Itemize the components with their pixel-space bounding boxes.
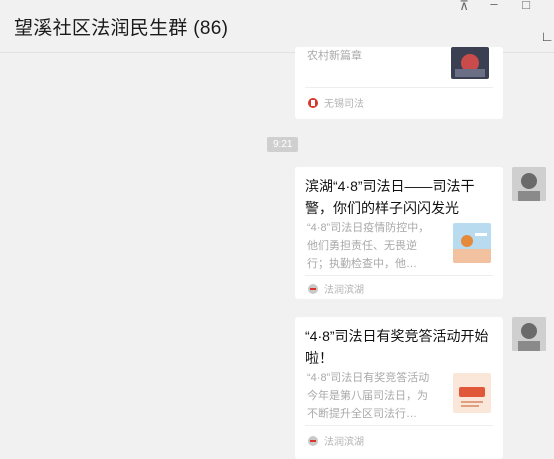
chat-history[interactable]: 农村新篇章 无锡司法 9:21 滨湖“4·8”司法日——司法干警，你们的样子闪闪…: [0, 47, 554, 459]
article-thumbnail: [453, 373, 491, 413]
gavel-icon: [307, 283, 319, 295]
article-desc: “4·8”司法日疫情防控中，他们勇担责任、无畏逆行；执勤检查中，他…: [307, 222, 430, 270]
article-title: 滨湖“4·8”司法日——司法干警，你们的样子闪闪发光: [305, 178, 475, 216]
article-thumbnail: [453, 223, 491, 263]
sender-avatar[interactable]: [512, 167, 546, 201]
article-card-2[interactable]: 滨湖“4·8”司法日——司法干警，你们的样子闪闪发光 “4·8”司法日疫情防控中…: [295, 167, 503, 299]
article-desc: “4·8”司法日有奖竞答活动今年是第八届司法日，为不断提升全区司法行…: [307, 372, 430, 420]
article-source[interactable]: 法润滨湖: [307, 433, 364, 448]
chat-title: 望溪社区法润民生群 (86): [14, 18, 229, 39]
article-title: “4·8”司法日有奖竞答活动开始啦！: [305, 328, 489, 366]
title-bar: 望溪社区法润民生群 (86) ⊼ – □ ∟: [0, 0, 554, 53]
minimize-icon[interactable]: –: [486, 0, 502, 11]
red-badge-icon: [307, 97, 319, 109]
timestamp: 9:21: [267, 137, 299, 152]
article-source-name: 法润滨湖: [324, 285, 364, 296]
article-source-name: 法润滨湖: [324, 437, 364, 448]
maximize-icon[interactable]: □: [518, 0, 534, 12]
card-divider: [305, 275, 493, 276]
pin-icon[interactable]: ⊼: [456, 0, 472, 14]
article-source[interactable]: 法润滨湖: [307, 281, 364, 296]
article-source-name: 无锡司法: [324, 99, 364, 110]
gavel-icon: [307, 435, 319, 447]
article-source[interactable]: 无锡司法: [307, 95, 364, 110]
article-thumbnail: [451, 47, 489, 79]
card-divider: [305, 425, 493, 426]
article-desc: 农村新篇章: [307, 50, 362, 62]
article-card-1[interactable]: 农村新篇章 无锡司法: [295, 47, 503, 119]
window-edge-mark: ∟: [540, 28, 554, 44]
card-divider: [305, 87, 493, 88]
article-card-3[interactable]: “4·8”司法日有奖竞答活动开始啦！ “4·8”司法日有奖竞答活动今年是第八届司…: [295, 317, 503, 459]
sender-avatar[interactable]: [512, 317, 546, 351]
